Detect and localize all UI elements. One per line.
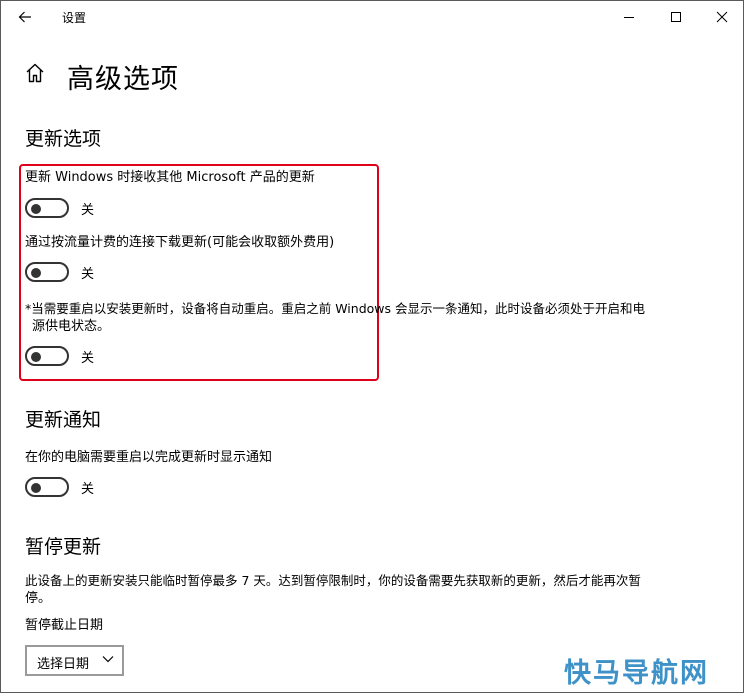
toggle-knob xyxy=(31,268,41,278)
window-title: 设置 xyxy=(62,11,87,25)
minimize-icon xyxy=(624,17,634,18)
other-products-state: 关 xyxy=(81,203,95,218)
metered-connection-state: 关 xyxy=(81,267,95,282)
page-title: 高级选项 xyxy=(67,64,179,95)
restart-notification-state: 关 xyxy=(81,482,95,497)
toggle-knob xyxy=(31,204,41,214)
watermark: 快马导航网 xyxy=(564,658,709,689)
other-products-toggle[interactable] xyxy=(25,198,69,218)
pause-updates-heading: 暂停更新 xyxy=(25,536,102,558)
auto-restart-label-line2: 源供电状态。 xyxy=(32,319,111,334)
other-products-label: 更新 Windows 时接收其他 Microsoft 产品的更新 xyxy=(25,170,315,185)
update-notifications-heading: 更新通知 xyxy=(25,409,102,431)
minimize-button[interactable] xyxy=(606,1,652,33)
close-button[interactable] xyxy=(699,1,743,33)
pause-date-select-value: 选择日期 xyxy=(37,657,90,672)
chevron-down-icon xyxy=(102,656,114,663)
pause-description-line1: 此设备上的更新安装只能临时暂停最多 7 天。达到暂停限制时，你的设备需要先获取新… xyxy=(25,573,641,588)
settings-window: 设置 高级选项 更新选项 更新 Windows 时接收其他 Microsoft … xyxy=(0,0,744,693)
maximize-button[interactable] xyxy=(653,1,699,33)
pause-date-label: 暂停截止日期 xyxy=(25,618,104,633)
title-bar: 设置 xyxy=(1,1,743,33)
home-icon xyxy=(26,63,44,83)
back-button[interactable] xyxy=(11,5,39,29)
pause-date-select[interactable]: 选择日期 xyxy=(25,645,124,676)
update-options-heading: 更新选项 xyxy=(25,128,102,150)
maximize-icon xyxy=(671,12,681,22)
highlight-box xyxy=(19,164,379,381)
auto-restart-label-line1: *当需要重启以安装更新时，设备将自动重启。重启之前 Windows 会显示一条通… xyxy=(25,301,645,316)
close-icon xyxy=(716,11,728,23)
toggle-knob xyxy=(31,352,41,362)
restart-notification-label: 在你的电脑需要重启以完成更新时显示通知 xyxy=(25,450,273,465)
restart-notification-toggle[interactable] xyxy=(25,477,69,497)
toggle-knob xyxy=(31,483,41,493)
pause-description-line2: 停。 xyxy=(25,591,52,606)
metered-connection-toggle[interactable] xyxy=(25,262,69,282)
metered-connection-label: 通过按流量计费的连接下载更新(可能会收取额外费用) xyxy=(25,235,335,250)
home-button[interactable] xyxy=(23,61,47,85)
back-arrow-icon xyxy=(18,11,31,23)
auto-restart-state: 关 xyxy=(81,351,95,366)
auto-restart-toggle[interactable] xyxy=(25,346,69,366)
